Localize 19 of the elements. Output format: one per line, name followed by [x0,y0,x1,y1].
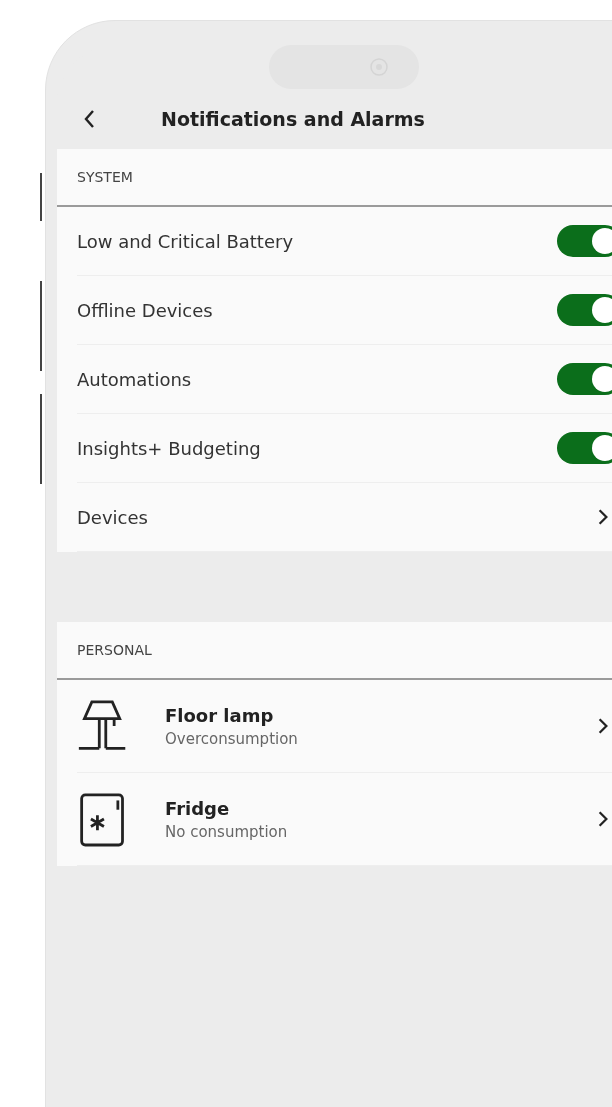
alarm-type: No consumption [165,822,289,841]
device-name: Fridge [165,797,231,819]
chevron-right-icon [597,717,609,735]
toggle-switch[interactable] [557,432,612,464]
alarm-type: Overconsumption [165,729,299,748]
screen-title: Notifications and Alarms [161,108,425,130]
section-header: PERSONAL [57,622,612,680]
chevron-right-icon [597,508,609,526]
setting-label: Offline Devices [77,299,214,321]
setting-label: Automations [77,368,193,390]
toggle-switch[interactable] [557,225,612,257]
section-header: SYSTEM [57,149,612,207]
toggle-switch[interactable] [557,363,612,395]
chevron-right-icon [597,810,609,828]
setting-label[interactable]: Devices [77,506,597,528]
toggle-switch[interactable] [557,294,612,326]
setting-label: Low and Critical Battery [77,230,295,252]
setting-label: Insights+ Budgeting [77,437,262,459]
device-name: Floor lamp [165,704,275,726]
